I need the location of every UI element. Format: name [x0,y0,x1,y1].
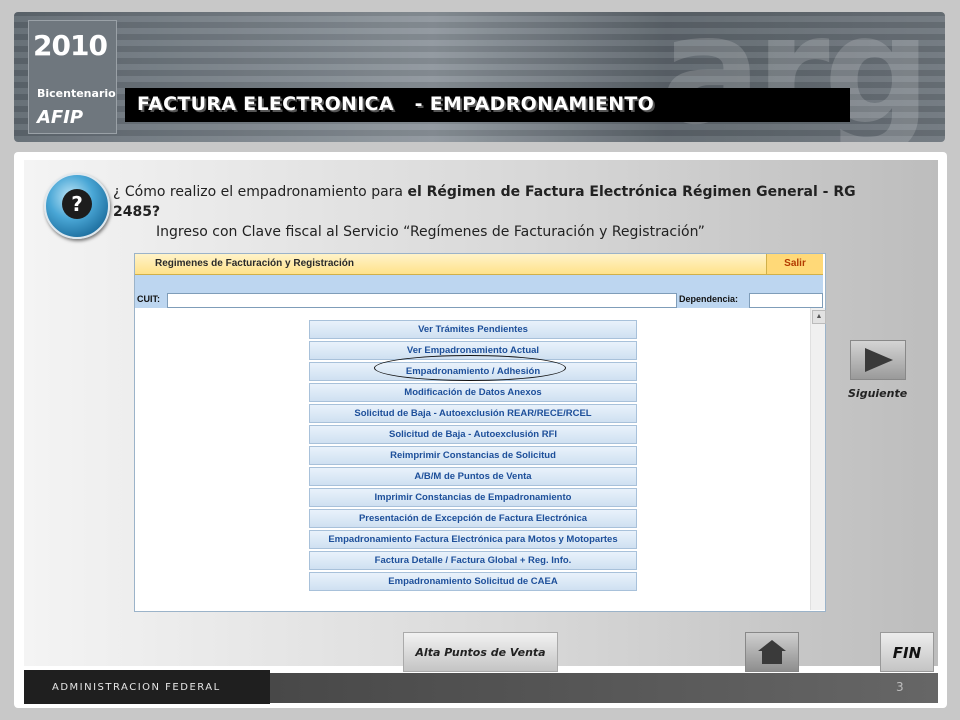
menu-item-imprimir-constancias[interactable]: Imprimir Constancias de Empadronamiento [309,488,637,507]
menu-item-baja-rfi[interactable]: Solicitud de Baja - Autoexclusión RFI [309,425,637,444]
dependencia-field[interactable] [749,293,823,308]
logo-year: 2010 [33,29,108,62]
question-text: ¿ Cómo realizo el empadronamiento para e… [113,182,873,222]
play-arrow-icon [865,348,893,372]
question-icon: ? [44,173,110,239]
menu-item-factura-detalle[interactable]: Factura Detalle / Factura Global + Reg. … [309,551,637,570]
dependencia-label: Dependencia: [679,294,739,304]
alta-puntos-venta-button[interactable]: Alta Puntos de Venta [403,632,558,672]
home-button[interactable] [745,632,799,672]
salir-button[interactable]: Salir [766,254,823,274]
page-number: 3 [896,680,904,694]
cuit-row: CUIT: Dependencia: [135,292,823,308]
menu-item-caea[interactable]: Empadronamiento Solicitud de CAEA [309,572,637,591]
menu-item-ver-tramites[interactable]: Ver Trámites Pendientes [309,320,637,339]
instruction-text: Ingreso con Clave fiscal al Servicio “Re… [156,224,705,240]
question-prefix: ¿ Cómo realizo el empadronamiento para [113,184,408,200]
header-banner: arg [14,12,945,142]
screenshot-blue-strip [135,275,823,292]
home-icon [758,640,786,651]
page-title: FACTURA ELECTRONICA - EMPADRONAMIENTO [137,93,655,115]
logo-subtitle: Bicentenario [37,87,116,100]
scroll-up-icon[interactable]: ▲ [812,310,826,324]
bicentenario-logo: 2010 Bicentenario AFIP [28,20,117,134]
title-bar: FACTURA ELECTRONICA - EMPADRONAMIENTO [125,88,850,122]
menu-item-modificacion-datos[interactable]: Modificación de Datos Anexos [309,383,637,402]
screenshot-title: Regimenes de Facturación y Registración [155,258,354,269]
menu-item-excepcion[interactable]: Presentación de Excepción de Factura Ele… [309,509,637,528]
afip-logo: AFIP [37,107,84,128]
question-mark-icon: ? [62,189,92,219]
cuit-field[interactable] [167,293,677,308]
menu-item-puntos-venta[interactable]: A/B/M de Puntos de Venta [309,467,637,486]
screenshot-title-bar: Regimenes de Facturación y Registración … [135,254,823,275]
fin-button[interactable]: FIN [880,632,934,672]
home-icon-body [762,651,782,664]
embedded-screenshot: Regimenes de Facturación y Registración … [134,253,826,612]
footer-brand-text: ADMINISTRACION FEDERAL [52,682,221,693]
footer-brand: ADMINISTRACION FEDERAL [24,670,270,704]
scrollbar[interactable]: ▲ [810,308,826,610]
highlight-oval [374,355,566,381]
next-button[interactable] [850,340,906,380]
menu-item-baja-rear[interactable]: Solicitud de Baja - Autoexclusión REAR/R… [309,404,637,423]
arg-watermark: arg [660,12,931,142]
menu-item-reimprimir[interactable]: Reimprimir Constancias de Solicitud [309,446,637,465]
cuit-label: CUIT: [137,294,160,304]
menu-item-motos[interactable]: Empadronamiento Factura Electrónica para… [309,530,637,549]
next-label: Siguiente [848,387,908,400]
